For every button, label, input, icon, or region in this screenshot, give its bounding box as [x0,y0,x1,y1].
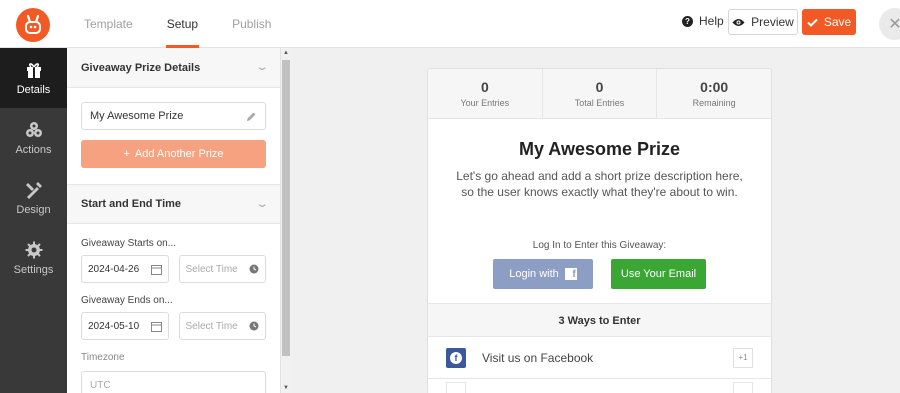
nav-item-design[interactable]: Design [0,168,67,228]
facebook-icon: f [564,268,577,280]
entry-method-row[interactable]: f Visit us on Facebook +1 [428,337,771,379]
end-datetime-row: 2024-05-10 Select Time [67,312,280,340]
nav-item-settings[interactable]: Settings [0,228,67,288]
stat-remaining: 0:00 Remaining [657,69,771,118]
timezone-label: Timezone [81,352,125,363]
start-date-value: 2024-04-26 [88,263,140,275]
tab-template[interactable]: Template [67,0,150,48]
nav-label: Details [16,83,51,96]
stat-label: Your Entries [460,98,510,108]
stat-value: 0 [480,79,489,95]
add-prize-button[interactable]: + Add Another Prize [81,140,266,168]
chevron-down-icon: ⌄ [255,62,269,73]
rafflepress-logo-icon [16,8,50,42]
nav-item-actions[interactable]: Actions [0,108,67,168]
actions-icon [25,121,42,137]
entry-points-badge: +1 [733,347,753,368]
scroll-up-arrow-icon[interactable]: ▲ [281,48,291,58]
clock-icon [249,264,259,274]
scroll-thumb[interactable] [282,60,290,356]
gear-icon [25,241,42,258]
plus-icon: + [123,148,130,160]
add-prize-label: Add Another Prize [134,148,224,160]
stat-value: 0 [595,79,604,95]
design-icon [25,181,42,199]
stat-label: Total Entries [574,98,625,108]
ways-to-enter-header: 3 Ways to Enter [428,303,771,337]
clock-icon [249,321,259,331]
check-icon [807,18,818,27]
left-nav: Details Actions Design Settings [0,48,67,393]
pencil-icon[interactable] [246,111,257,122]
prize-name-field[interactable]: My Awesome Prize [81,102,266,130]
preview-label: Preview [751,15,794,29]
prize-name-value: My Awesome Prize [90,110,184,122]
start-datetime-row: 2024-04-26 Select Time [67,255,280,283]
entry-icon-placeholder [446,382,466,393]
section-title: Giveaway Prize Details [81,61,201,74]
section-title: Start and End Time [81,198,182,210]
top-bar: Template Setup Publish ? Help Preview Sa… [0,0,900,48]
prize-section-header[interactable]: Giveaway Prize Details ⌄ [67,48,280,88]
gift-icon [26,62,41,78]
close-button[interactable]: ✕ [879,8,900,40]
end-time-field[interactable]: Select Time [178,312,266,340]
end-date-value: 2024-05-10 [88,320,140,332]
start-time-placeholder: Select Time [185,263,238,275]
question-icon: ? [682,15,693,27]
ends-label: Giveaway Ends on... [81,295,173,306]
entry-method-row[interactable] [428,379,771,393]
calendar-icon [150,264,162,275]
entry-method-label: Visit us on Facebook [482,350,594,365]
preview-button[interactable]: Preview [728,9,798,35]
nav-item-details[interactable]: Details [0,48,67,108]
help-label: Help [699,14,724,28]
end-time-placeholder: Select Time [185,320,238,332]
starts-label: Giveaway Starts on... [81,238,177,249]
start-time-field[interactable]: Select Time [178,255,266,283]
panel-scrollbar[interactable]: ▲ ▼ [281,48,291,393]
calendar-icon [150,321,162,332]
giveaway-preview-card: 0 Your Entries 0 Total Entries 0:00 Rema… [427,68,772,393]
use-email-button[interactable]: Use Your Email [611,259,706,289]
email-label: Use Your Email [620,268,697,280]
login-buttons: Login with f Use Your Email [428,259,771,289]
nav-label: Design [16,203,51,216]
tab-publish[interactable]: Publish [215,0,288,48]
stat-your-entries: 0 Your Entries [428,69,543,118]
timezone-value: UTC [90,379,111,391]
tab-setup[interactable]: Setup [150,0,215,48]
facebook-login-label: Login with [509,268,559,280]
stats-bar: 0 Your Entries 0 Total Entries 0:00 Rema… [428,69,771,119]
timezone-field[interactable]: UTC [81,371,266,393]
step-tabs: Template Setup Publish [67,0,288,48]
facebook-icon: f [446,347,466,368]
eye-icon [732,18,745,26]
login-prompt: Log In to Enter this Giveaway: [532,240,667,251]
scroll-down-arrow-icon[interactable]: ▼ [281,383,291,393]
stat-value: 0:00 [700,79,729,95]
stat-total-entries: 0 Total Entries [543,69,658,118]
chevron-down-icon: ⌄ [255,198,269,210]
stat-label: Remaining [692,98,736,108]
nav-label: Settings [13,263,54,276]
close-icon: ✕ [888,16,900,33]
prize-description: Let's go ahead and add a short prize des… [456,169,743,199]
save-button[interactable]: Save [802,9,856,35]
prize-title: My Awesome Prize [518,139,681,159]
time-section-header[interactable]: Start and End Time ⌄ [67,184,280,224]
save-label: Save [823,15,852,29]
settings-panel: Giveaway Prize Details ⌄ My Awesome Priz… [67,48,281,393]
nav-label: Actions [15,143,52,156]
end-date-field[interactable]: 2024-05-10 [81,312,169,340]
help-link[interactable]: ? Help [682,14,724,28]
facebook-login-button[interactable]: Login with f [493,259,593,289]
entry-points-placeholder [733,382,753,393]
start-date-field[interactable]: 2024-04-26 [81,255,169,283]
